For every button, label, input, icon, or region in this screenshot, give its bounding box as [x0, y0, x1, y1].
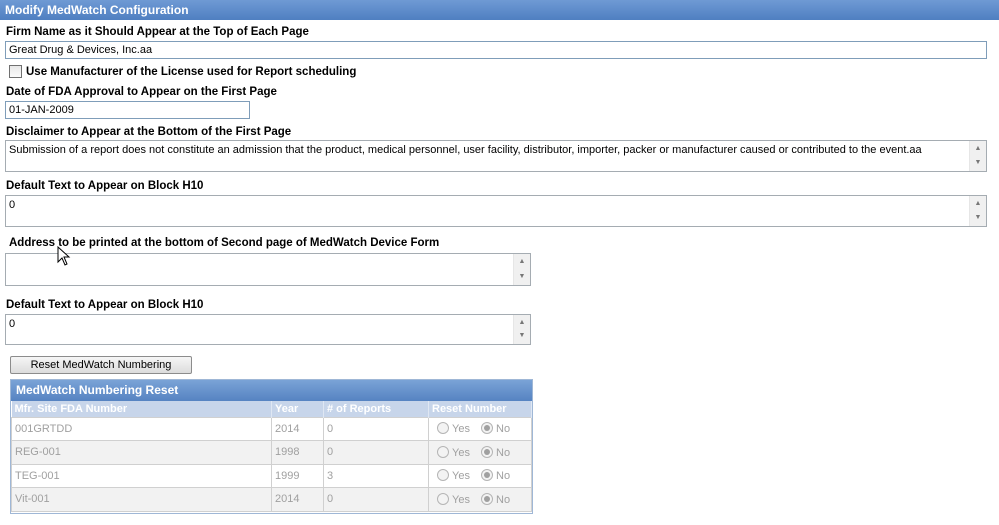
reset-cell: Yes No: [428, 416, 532, 441]
numbering-panel-title: MedWatch Numbering Reset: [11, 380, 532, 401]
reports-cell: 0: [323, 440, 429, 465]
scroll-down-icon[interactable]: ▼: [970, 157, 986, 169]
address-scrollbar[interactable]: ▲ ▼: [513, 254, 530, 285]
reset-medwatch-numbering-button[interactable]: Reset MedWatch Numbering: [10, 356, 192, 374]
year-cell: 1998: [271, 440, 324, 465]
firm-name-label: Firm Name as it Should Appear at the Top…: [6, 26, 309, 38]
column-header-reports: # of Reports: [323, 401, 429, 417]
no-radio[interactable]: [481, 422, 494, 435]
site-cell: Vit-001: [11, 487, 272, 512]
disclaimer-label: Disclaimer to Appear at the Bottom of th…: [6, 126, 292, 138]
no-label: No: [496, 470, 511, 483]
reports-cell: 3: [323, 463, 429, 488]
yes-radio[interactable]: [437, 469, 449, 482]
scroll-down-icon[interactable]: ▼: [514, 330, 530, 342]
fda-date-label: Date of FDA Approval to Appear on the Fi…: [6, 86, 277, 98]
no-label: No: [496, 446, 511, 459]
block-h10-second-label: Default Text to Appear on Block H10: [6, 299, 204, 311]
block-h10-text: 0: [9, 199, 16, 211]
address-label: Address to be printed at the bottom of S…: [9, 237, 440, 249]
no-radio[interactable]: [481, 445, 494, 458]
use-manufacturer-label: Use Manufacturer of the License used for…: [26, 66, 357, 78]
scroll-down-icon[interactable]: ▼: [514, 271, 530, 283]
yes-label: Yes: [452, 423, 470, 436]
block-h10-second-textarea[interactable]: 0 ▲ ▼: [5, 314, 531, 345]
block-h10-label: Default Text to Appear on Block H10: [6, 180, 204, 192]
yes-radio[interactable]: [437, 492, 449, 505]
column-header-reset: Reset Number: [428, 401, 532, 417]
page-title: Modify MedWatch Configuration: [0, 0, 999, 20]
reset-cell: Yes No: [428, 487, 532, 512]
site-cell: TEG-001: [11, 463, 272, 488]
column-header-year: Year: [271, 401, 324, 417]
year-cell: 2014: [271, 487, 324, 512]
yes-label: Yes: [452, 446, 470, 459]
table-row: Vit-001 2014 0 Yes No: [11, 487, 532, 512]
reset-cell: Yes No: [428, 463, 532, 488]
year-cell: 1999: [271, 463, 324, 488]
no-radio[interactable]: [481, 469, 494, 482]
table-row: REG-001 1998 0 Yes No: [11, 440, 532, 465]
disclaimer-textarea[interactable]: Submission of a report does not constitu…: [5, 140, 987, 172]
use-manufacturer-checkbox[interactable]: [9, 65, 22, 78]
block-h10-scrollbar[interactable]: ▲ ▼: [969, 196, 986, 226]
scroll-up-icon[interactable]: ▲: [514, 256, 530, 268]
block-h10-second-text: 0: [9, 318, 16, 330]
yes-radio[interactable]: [437, 445, 449, 458]
fda-date-input[interactable]: 01-JAN-2009: [5, 101, 250, 119]
no-label: No: [496, 423, 511, 436]
yes-label: Yes: [452, 470, 470, 483]
scroll-down-icon[interactable]: ▼: [970, 212, 986, 224]
medwatch-numbering-reset-panel: MedWatch Numbering Reset Mfr. Site FDA N…: [10, 379, 533, 514]
site-cell: REG-001: [11, 440, 272, 465]
table-row: TEG-001 1999 3 Yes No: [11, 463, 532, 488]
site-cell: 001GRTDD: [11, 416, 272, 441]
column-header-site: Mfr. Site FDA Number: [11, 401, 272, 417]
mouse-pointer-icon: [57, 246, 71, 266]
table-row: 001GRTDD 2014 0 Yes No: [11, 416, 532, 441]
reports-cell: 0: [323, 416, 429, 441]
no-label: No: [496, 493, 511, 506]
disclaimer-text: Submission of a report does not constitu…: [9, 144, 922, 156]
block-h10-textarea[interactable]: 0 ▲ ▼: [5, 195, 987, 227]
scroll-up-icon[interactable]: ▲: [970, 143, 986, 155]
year-cell: 2014: [271, 416, 324, 441]
address-textarea[interactable]: ▲ ▼: [5, 253, 531, 286]
firm-name-input[interactable]: Great Drug & Devices, Inc.aa: [5, 41, 987, 59]
reset-cell: Yes No: [428, 440, 532, 465]
yes-radio[interactable]: [437, 422, 449, 435]
scroll-up-icon[interactable]: ▲: [514, 317, 530, 329]
yes-label: Yes: [452, 493, 470, 506]
disclaimer-scrollbar[interactable]: ▲ ▼: [969, 141, 986, 171]
block-h10-second-scrollbar[interactable]: ▲ ▼: [513, 315, 530, 344]
reports-cell: 0: [323, 487, 429, 512]
scroll-up-icon[interactable]: ▲: [970, 198, 986, 210]
no-radio[interactable]: [481, 492, 494, 505]
numbering-table: Mfr. Site FDA Number Year # of Reports R…: [11, 401, 532, 512]
